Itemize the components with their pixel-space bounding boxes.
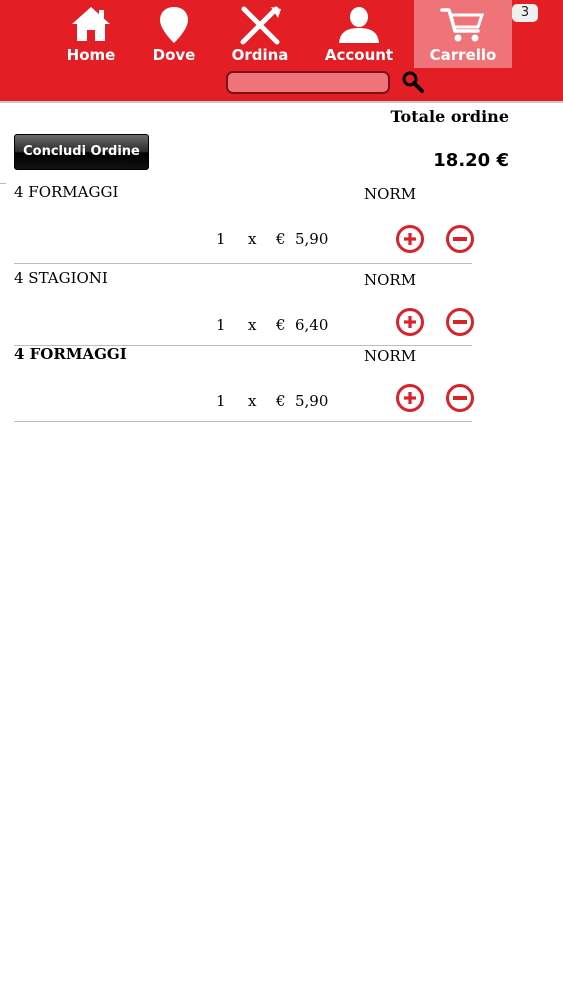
fork-knife-icon <box>240 6 281 45</box>
decrease-quantity-button[interactable] <box>445 383 475 413</box>
home-icon <box>72 7 110 41</box>
nav-ordina[interactable]: Ordina <box>228 0 292 68</box>
item-name: 4 STAGIONI <box>14 269 108 287</box>
decrease-quantity-button[interactable] <box>445 224 475 254</box>
plus-circle-icon <box>396 308 424 336</box>
header-divider <box>0 101 563 103</box>
item-name: 4 FORMAGGI <box>14 183 119 201</box>
nav-account-label: Account <box>324 46 394 64</box>
user-icon <box>339 7 379 43</box>
item-quantity: 1 <box>216 392 226 410</box>
search-button[interactable] <box>401 70 425 94</box>
cart-count-badge: 3 <box>512 4 538 22</box>
item-name: 4 FORMAGGI <box>14 345 127 363</box>
item-price: 5,90 <box>295 392 329 410</box>
nav-home-label: Home <box>66 46 116 64</box>
item-divider <box>14 263 472 264</box>
divider-tick <box>0 183 6 184</box>
item-quantity: 1 <box>216 230 226 248</box>
minus-circle-icon <box>446 308 474 336</box>
nav-dove-label: Dove <box>152 46 196 64</box>
item-size: NORM <box>364 347 417 365</box>
item-currency: € <box>276 392 286 410</box>
item-times-sign: x <box>248 230 257 248</box>
item-size: NORM <box>364 271 417 289</box>
top-nav-bar: Home Dove Ordina Account Carrello 3 <box>0 0 563 101</box>
map-pin-icon <box>160 7 188 43</box>
item-divider <box>14 421 472 422</box>
nav-carrello-label: Carrello <box>429 46 497 64</box>
nav-home[interactable]: Home <box>64 0 118 68</box>
nav-dove[interactable]: Dove <box>149 0 199 68</box>
increase-quantity-button[interactable] <box>395 224 425 254</box>
order-total-label: Totale ordine <box>390 107 509 126</box>
cart-icon <box>440 8 485 42</box>
search-input[interactable] <box>226 71 390 94</box>
order-total-value: 18.20 € <box>433 150 509 171</box>
increase-quantity-button[interactable] <box>395 383 425 413</box>
item-quantity: 1 <box>216 316 226 334</box>
item-times-sign: x <box>248 392 257 410</box>
increase-quantity-button[interactable] <box>395 307 425 337</box>
item-times-sign: x <box>248 316 257 334</box>
plus-circle-icon <box>396 225 424 253</box>
plus-circle-icon <box>396 384 424 412</box>
search-icon <box>402 71 424 93</box>
item-size: NORM <box>364 185 417 203</box>
cart-item-row: 4 STAGIONI NORM 1 x € 6,40 <box>14 269 474 349</box>
cart-item-row: 4 FORMAGGI NORM 1 x € 5,90 <box>14 345 474 425</box>
item-price: 6,40 <box>295 316 329 334</box>
nav-account[interactable]: Account <box>322 0 396 68</box>
minus-circle-icon <box>446 225 474 253</box>
decrease-quantity-button[interactable] <box>445 307 475 337</box>
minus-circle-icon <box>446 384 474 412</box>
nav-ordina-label: Ordina <box>231 46 289 64</box>
cart-item-row: 4 FORMAGGI NORM 1 x € 5,90 <box>14 183 475 264</box>
item-price: 5,90 <box>295 230 329 248</box>
nav-carrello[interactable]: Carrello <box>414 0 512 68</box>
item-currency: € <box>276 316 286 334</box>
item-currency: € <box>276 230 286 248</box>
checkout-button[interactable]: Concludi Ordine <box>14 134 149 170</box>
